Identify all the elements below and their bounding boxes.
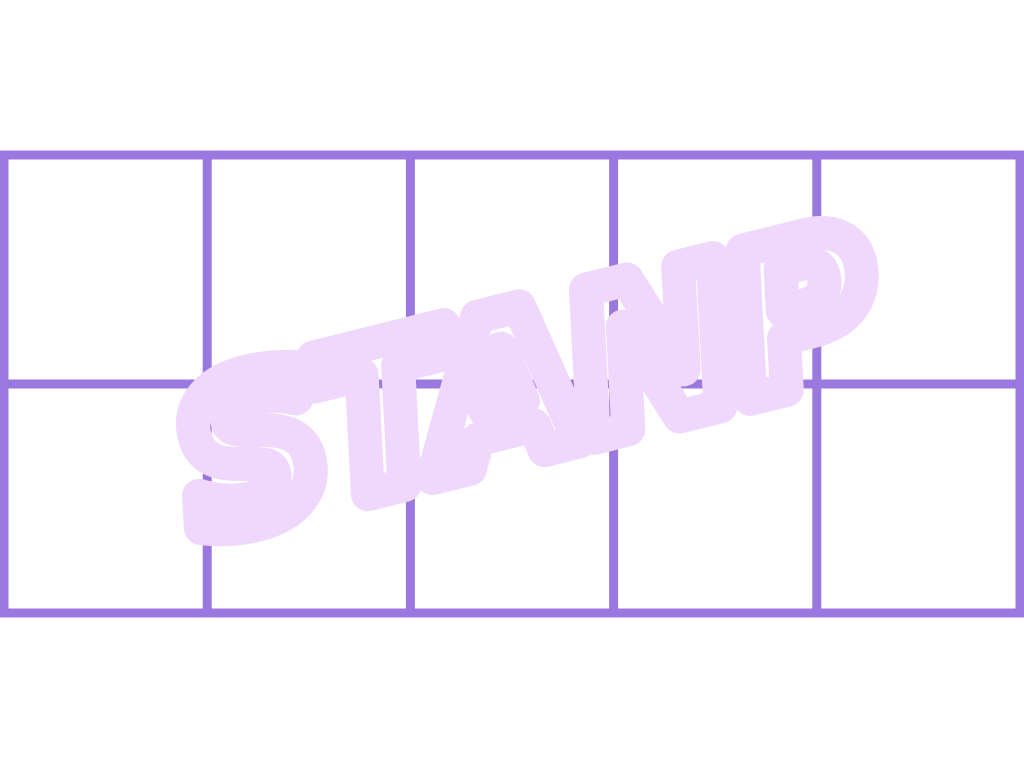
- ten-frame-grid: STANP STANP: [0, 150, 1024, 618]
- ten-frame-canvas: STANP STANP: [0, 0, 1024, 768]
- frame-cell-r1-c1: [4, 155, 208, 384]
